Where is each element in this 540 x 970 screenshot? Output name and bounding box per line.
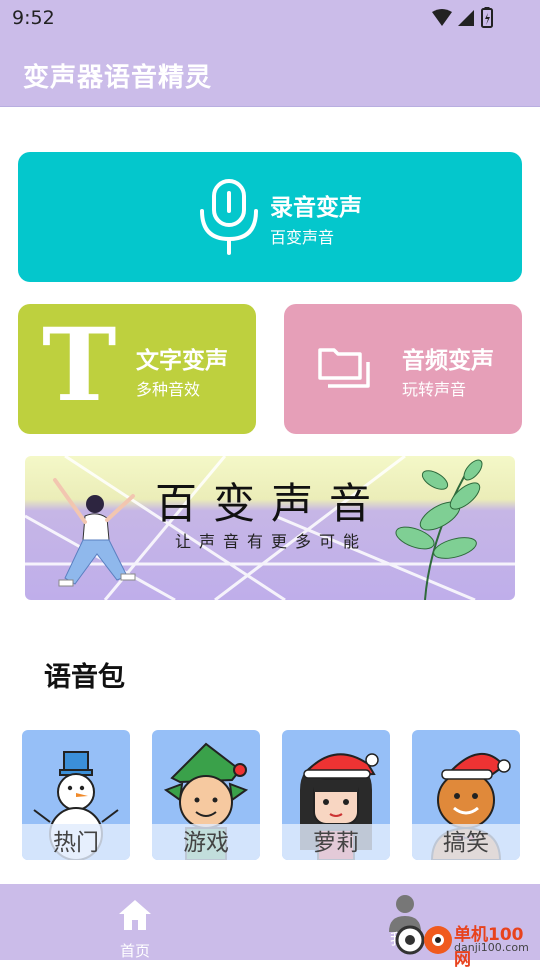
voice-pack-label: 萝莉 <box>313 830 359 856</box>
voice-pack-label: 游戏 <box>183 830 229 856</box>
text-card-title: 文字变声 <box>136 348 228 374</box>
record-voice-card[interactable]: 录音变声 百变声音 <box>18 152 522 282</box>
plant-illustration <box>395 459 483 600</box>
letter-t-icon: T <box>42 306 117 424</box>
watermark-url: danji100.com <box>454 941 529 954</box>
banner-title: 百变声音 <box>155 479 388 528</box>
audio-card-subtitle: 玩转声音 <box>402 380 467 399</box>
signal-icons <box>432 7 493 28</box>
microphone-icon <box>200 179 258 255</box>
status-bar: 9:52 <box>0 0 540 38</box>
status-time: 9:52 <box>12 7 55 29</box>
banner-subtitle: 让声音有更多可能 <box>175 532 368 551</box>
watermark-logo-icon <box>395 925 452 955</box>
text-voice-card[interactable]: T 文字变声 多种音效 <box>18 304 256 434</box>
voice-pack-label: 搞笑 <box>443 830 489 856</box>
status-icons <box>430 6 500 34</box>
promo-banner[interactable]: 百变声音 让声音有更多可能 <box>25 456 515 600</box>
wifi-icon <box>432 9 452 26</box>
cell-signal-icon <box>458 10 474 26</box>
app-bar: 变声器语音精灵 <box>0 38 540 107</box>
nav-home-label: 首页 <box>119 942 150 960</box>
dancing-girl-illustration <box>53 478 136 587</box>
voice-pack-label: 热门 <box>53 830 99 856</box>
audio-voice-card[interactable]: 音频变声 玩转声音 <box>284 304 522 434</box>
text-card-subtitle: 多种音效 <box>136 380 201 399</box>
home-icon <box>119 900 151 930</box>
watermark: 单机100网 danji100.com <box>394 918 540 970</box>
voice-pack-section-title: 语音包 <box>44 662 125 693</box>
nav-home-tab[interactable]: 首页 <box>100 892 170 960</box>
voice-pack-game[interactable]: 游戏 <box>152 730 260 860</box>
app-title: 变声器语音精灵 <box>23 63 213 93</box>
voice-pack-hot[interactable]: 热门 <box>22 730 130 860</box>
voice-pack-loli[interactable]: 萝莉 <box>282 730 390 860</box>
record-card-title: 录音变声 <box>270 195 362 221</box>
audio-card-title: 音频变声 <box>402 348 494 374</box>
record-card-subtitle: 百变声音 <box>270 228 335 247</box>
folder-icon <box>318 348 370 388</box>
voice-pack-funny[interactable]: 搞笑 <box>412 730 520 860</box>
